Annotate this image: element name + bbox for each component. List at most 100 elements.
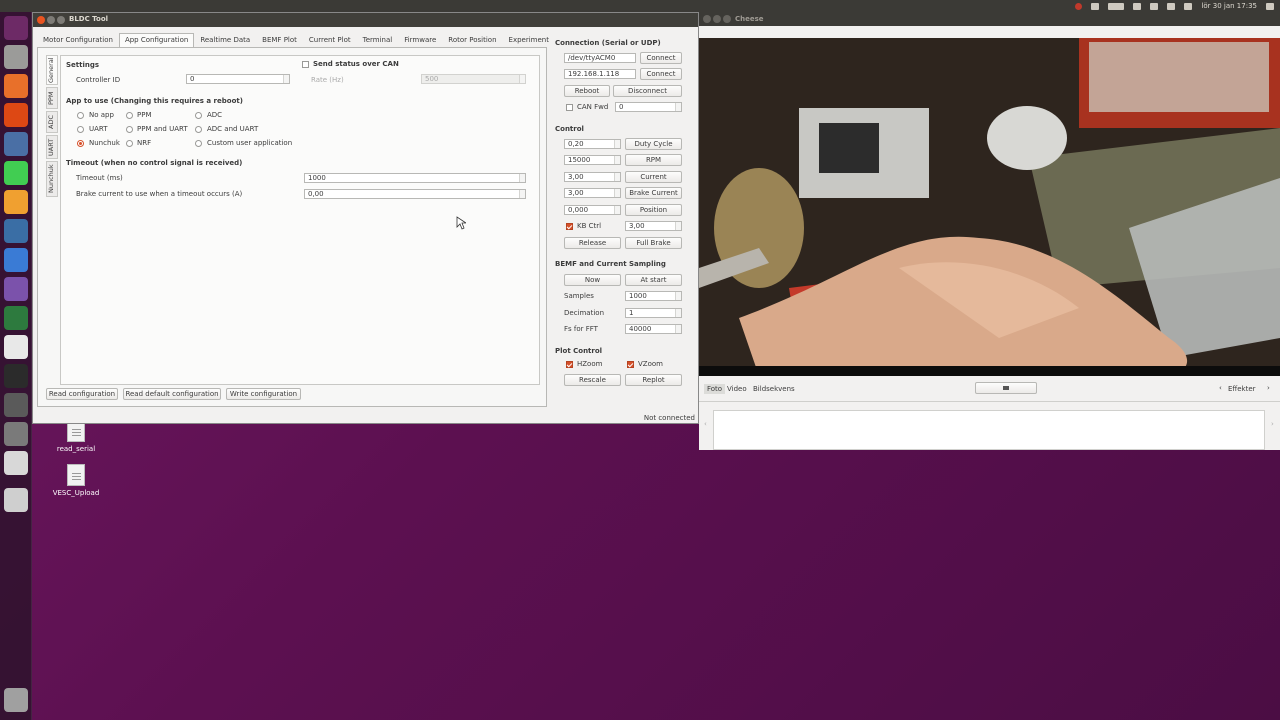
read-configuration-button[interactable]: Read configuration <box>46 388 118 400</box>
tab-firmware[interactable]: Firmware <box>398 33 442 47</box>
take-photo-button[interactable] <box>975 382 1037 394</box>
qt-creator-icon[interactable] <box>4 161 28 185</box>
reboot-button[interactable]: Reboot <box>564 85 610 97</box>
network-icon[interactable] <box>1091 2 1100 10</box>
ghost-icon[interactable] <box>4 335 28 359</box>
tab-rotor-position[interactable]: Rotor Position <box>442 33 502 47</box>
volume-icon[interactable] <box>1184 2 1193 10</box>
spinner-icon[interactable] <box>519 190 525 198</box>
radio-no-app[interactable] <box>77 112 84 119</box>
spinner-icon[interactable] <box>519 75 525 83</box>
fs-fft-input[interactable]: 40000 <box>625 324 682 334</box>
maximize-icon[interactable] <box>723 15 731 23</box>
rate-input[interactable]: 500 <box>421 74 526 84</box>
radio-nrf[interactable] <box>126 140 133 147</box>
spinner-icon[interactable] <box>614 189 620 197</box>
chromium-icon[interactable] <box>4 248 28 272</box>
can-fwd-input[interactable]: 0 <box>615 102 682 112</box>
vzoom-checkbox[interactable] <box>627 361 634 368</box>
side-tab-nunchuk[interactable]: Nunchuk <box>46 161 58 197</box>
spinner-icon[interactable] <box>675 292 681 300</box>
rescale-button[interactable]: Rescale <box>564 374 621 386</box>
rpm-input[interactable]: 15000 <box>564 155 621 165</box>
brake-current-control-input[interactable]: 3,00 <box>564 188 621 198</box>
release-button[interactable]: Release <box>564 237 621 249</box>
replot-button[interactable]: Replot <box>625 374 682 386</box>
files-icon[interactable] <box>4 45 28 69</box>
decimation-input[interactable]: 1 <box>625 308 682 318</box>
samples-input[interactable]: 1000 <box>625 291 682 301</box>
chevron-left-icon[interactable]: ‹ <box>1219 384 1222 392</box>
spinner-icon[interactable] <box>614 206 620 214</box>
spinner-icon[interactable] <box>283 75 289 83</box>
current-input[interactable]: 3,00 <box>564 172 621 182</box>
timeout-input[interactable]: 1000 <box>304 173 526 183</box>
minimize-icon[interactable] <box>47 16 55 24</box>
position-input[interactable]: 0,000 <box>564 205 621 215</box>
current-button[interactable]: Current <box>625 171 682 183</box>
close-icon[interactable] <box>37 16 45 24</box>
tab-app-configuration[interactable]: App Configuration <box>118 33 195 47</box>
chevron-right-icon[interactable]: › <box>1267 384 1270 392</box>
full-brake-button[interactable]: Full Brake <box>625 237 682 249</box>
tab-terminal[interactable]: Terminal <box>357 33 399 47</box>
spinner-icon[interactable] <box>675 222 681 230</box>
send-status-checkbox[interactable] <box>302 61 309 68</box>
terminal-icon[interactable] <box>4 132 28 156</box>
mail-icon[interactable] <box>1167 2 1176 10</box>
sample-at-start-button[interactable]: At start <box>625 274 682 286</box>
desktop-icon-read-serial[interactable]: read_serial <box>46 420 106 453</box>
spinner-icon[interactable] <box>519 174 525 182</box>
tab-realtime-data[interactable]: Realtime Data <box>194 33 256 47</box>
brake-current-input[interactable]: 0,00 <box>304 189 526 199</box>
thumbs-right-arrow-icon[interactable]: › <box>1271 420 1274 428</box>
radio-uart[interactable] <box>77 126 84 133</box>
software-center-icon[interactable] <box>4 103 28 127</box>
rpm-button[interactable]: RPM <box>625 154 682 166</box>
controller-id-input[interactable]: 0 <box>186 74 290 84</box>
kb-ctrl-checkbox[interactable] <box>566 223 573 230</box>
radio-nunchuk[interactable] <box>77 140 84 147</box>
viber-icon[interactable] <box>4 277 28 301</box>
maximize-icon[interactable] <box>57 16 65 24</box>
tab-current-plot[interactable]: Current Plot <box>303 33 357 47</box>
mode-photo-tab[interactable]: Foto <box>704 384 726 394</box>
spinner-icon[interactable] <box>675 103 681 111</box>
duty-cycle-input[interactable]: 0,20 <box>564 139 621 149</box>
brake-current-button[interactable]: Brake Current <box>625 187 682 199</box>
sample-now-button[interactable]: Now <box>564 274 621 286</box>
spinner-icon[interactable] <box>614 156 620 164</box>
mode-burst-tab[interactable]: Bildsekvens <box>753 385 795 393</box>
read-default-configuration-button[interactable]: Read default configuration <box>123 388 221 400</box>
firefox-icon[interactable] <box>4 74 28 98</box>
vesc-tool-icon[interactable] <box>4 219 28 243</box>
kb-ctrl-input[interactable]: 3,00 <box>625 221 682 231</box>
help-icon[interactable] <box>4 422 28 446</box>
radio-ppm-and-uart[interactable] <box>126 126 133 133</box>
usb-icon[interactable] <box>4 451 28 475</box>
radio-adc[interactable] <box>195 112 202 119</box>
thumbs-left-arrow-icon[interactable]: ‹ <box>704 420 707 428</box>
disconnect-button[interactable]: Disconnect <box>613 85 682 97</box>
settings-gear-icon[interactable] <box>1266 2 1274 10</box>
globe-icon[interactable] <box>4 306 28 330</box>
radio-ppm[interactable] <box>126 112 133 119</box>
ip-address-input[interactable]: 192.168.1.118 <box>564 69 636 79</box>
udp-connect-button[interactable]: Connect <box>640 68 682 80</box>
close-icon[interactable] <box>703 15 711 23</box>
side-tab-ppm[interactable]: PPM <box>46 87 58 109</box>
can-fwd-checkbox[interactable] <box>566 104 573 111</box>
keyboard-layout-icon[interactable] <box>1150 2 1159 10</box>
spinner-icon[interactable] <box>675 325 681 333</box>
hzoom-checkbox[interactable] <box>566 361 573 368</box>
oscilloscope-icon[interactable] <box>4 190 28 214</box>
minimize-icon[interactable] <box>713 15 721 23</box>
serial-port-input[interactable]: /dev/ttyACM0 <box>564 53 636 63</box>
drive-icon[interactable] <box>4 488 28 512</box>
trash-icon[interactable] <box>4 688 28 712</box>
spinner-icon[interactable] <box>614 140 620 148</box>
battery-icon[interactable] <box>1108 2 1125 10</box>
inkscape-icon[interactable] <box>4 364 28 388</box>
side-tab-uart[interactable]: UART <box>46 135 58 159</box>
spinner-icon[interactable] <box>675 309 681 317</box>
